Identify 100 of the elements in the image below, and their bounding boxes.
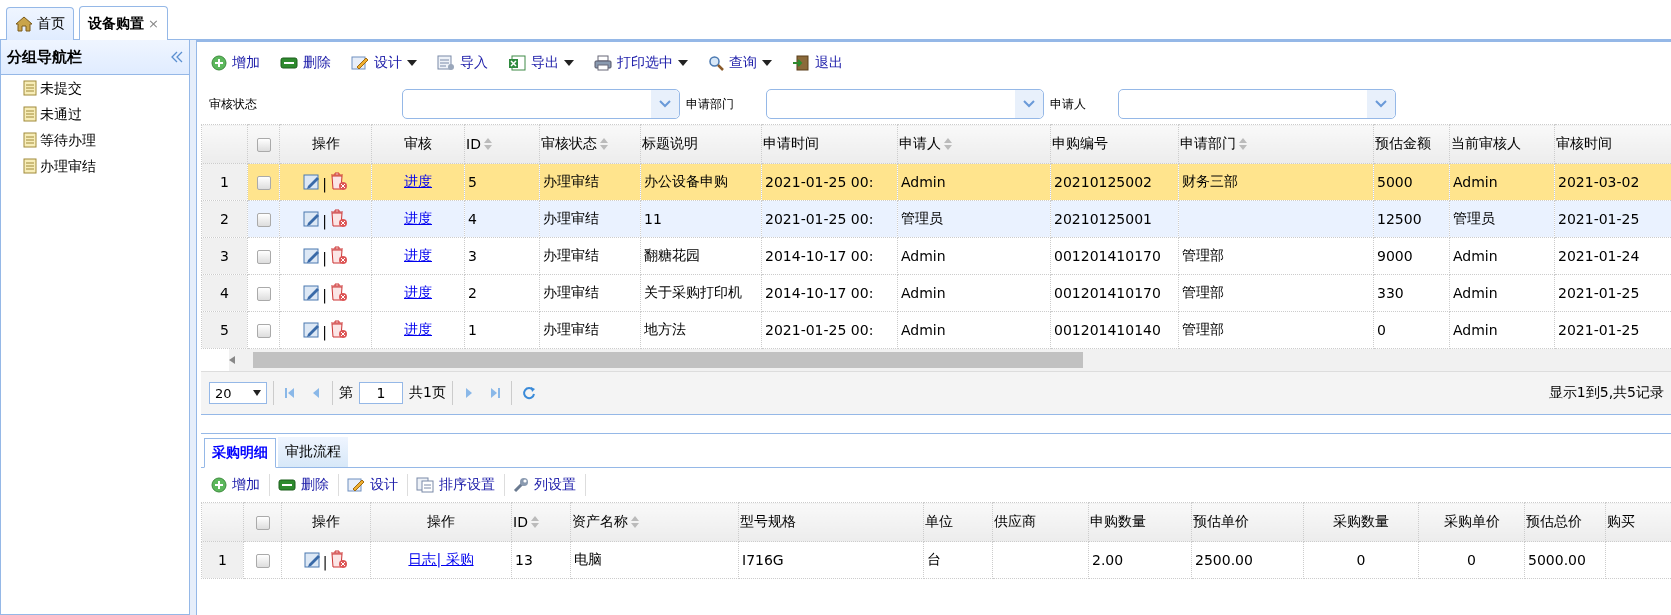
page-total: 共1页: [409, 384, 446, 402]
cell-text: 管理部: [1182, 321, 1224, 337]
checkbox[interactable]: [256, 250, 271, 264]
cell-text: 关于采购打印机: [644, 284, 742, 300]
cell-text: 20210125002: [1054, 174, 1152, 190]
cell-text: 9000: [1377, 248, 1413, 264]
toolbar-button[interactable]: 导入: [437, 54, 488, 72]
toolbar-button[interactable]: 设计: [347, 474, 408, 496]
checkbox[interactable]: [256, 176, 271, 190]
sort-icon: [631, 516, 639, 528]
sidebar-item[interactable]: 办理审结: [40, 156, 96, 176]
toolbar-button[interactable]: 列设置: [513, 474, 586, 496]
cell-text: Admin: [1453, 248, 1498, 264]
cell-text: 管理员: [901, 210, 943, 226]
toolbar-button[interactable]: 删除: [280, 54, 331, 72]
collapse-icon[interactable]: [171, 51, 183, 63]
cell-text: 5000.00: [1528, 552, 1586, 568]
cell-text: 电脑: [574, 551, 602, 567]
column-header: 审核: [404, 135, 432, 153]
edit-icon[interactable]: [303, 550, 322, 569]
progress-link[interactable]: 进度: [404, 247, 432, 263]
edit-icon[interactable]: [303, 320, 322, 339]
minus-icon: [278, 479, 296, 491]
tab[interactable]: 设备购置 ×: [79, 6, 168, 40]
column-header: ID: [513, 514, 528, 530]
cell-text: 001201410170: [1054, 285, 1161, 301]
progress-link[interactable]: 进度: [404, 284, 432, 300]
edit-icon[interactable]: [303, 209, 322, 228]
first-page-icon: [284, 387, 296, 399]
select-field[interactable]: [1118, 89, 1396, 119]
cell-text: 13: [515, 552, 533, 568]
cell-text: 办理审结: [543, 284, 599, 300]
form-gear-icon: [437, 55, 455, 71]
toolbar-button[interactable]: 删除: [278, 474, 339, 496]
column-header: 资产名称: [572, 513, 628, 531]
scroll-left-icon[interactable]: [229, 356, 235, 364]
cell-text: 1: [468, 322, 477, 338]
column-header: 供应商: [994, 513, 1036, 531]
cell-text: 0: [1467, 552, 1476, 568]
separator-text: |: [322, 213, 327, 228]
horizontal-scrollbar[interactable]: [229, 349, 1671, 371]
column-header: 申请部门: [1180, 135, 1236, 153]
toolbar-button[interactable]: 退出: [792, 54, 843, 72]
house-icon: [15, 16, 33, 32]
checkbox[interactable]: [256, 138, 271, 152]
document-icon: [23, 80, 37, 96]
cell-text: 20210125001: [1054, 211, 1152, 227]
edit-icon[interactable]: [303, 283, 322, 302]
select-field[interactable]: [402, 89, 680, 119]
page-size-select[interactable]: 20: [209, 382, 267, 404]
sidebar-item[interactable]: 未通过: [40, 104, 82, 124]
checkbox[interactable]: [256, 287, 271, 301]
cell-text: 0: [1356, 552, 1366, 568]
column-header: 采购单价: [1443, 513, 1500, 531]
tab[interactable]: 审批流程: [278, 437, 348, 467]
separator-text: |: [322, 287, 327, 302]
tab[interactable]: 采购明细: [204, 438, 276, 468]
progress-link[interactable]: 进度: [404, 173, 432, 189]
trash-icon[interactable]: [328, 548, 349, 569]
cell-text: 办理审结: [543, 173, 599, 189]
progress-link[interactable]: 日志| 采购: [408, 551, 474, 567]
checkbox[interactable]: [255, 554, 270, 568]
toolbar-button[interactable]: 设计: [351, 54, 417, 72]
cell-text: 12500: [1377, 211, 1422, 227]
sidebar-item[interactable]: 未提交: [40, 78, 82, 98]
separator-text: |: [322, 250, 327, 265]
door-icon: [792, 55, 810, 71]
checkbox[interactable]: [256, 324, 271, 338]
cell-text: 2.00: [1092, 552, 1124, 568]
checkbox[interactable]: [255, 516, 270, 530]
toolbar-button[interactable]: 排序设置: [416, 474, 505, 496]
cell-text: Admin: [1453, 174, 1498, 190]
sidebar-item[interactable]: 等待办理: [40, 130, 96, 150]
cell-text: 2021-01-24: [1558, 248, 1640, 264]
column-header: 当前审核人: [1451, 135, 1521, 153]
chevron-down-icon: [658, 99, 672, 109]
toolbar-button[interactable]: 查询: [708, 54, 772, 72]
progress-link[interactable]: 进度: [404, 321, 432, 337]
column-header: 操作: [311, 135, 340, 153]
cell-text: 2021-01-25 00:: [765, 322, 874, 338]
filter-label: 审核状态: [209, 95, 258, 113]
progress-link[interactable]: 进度: [404, 210, 432, 226]
toolbar-button[interactable]: 导出: [508, 54, 574, 72]
page-input[interactable]: 1: [359, 382, 403, 404]
cell-text: 2021-01-25 00:: [765, 211, 874, 227]
cell-text: 2021-01-25: [1558, 211, 1640, 227]
cell-text: Admin: [901, 248, 946, 264]
select-field[interactable]: [766, 89, 1044, 119]
toolbar-button[interactable]: 增加: [211, 54, 260, 72]
toolbar-button[interactable]: 打印选中: [594, 54, 688, 72]
close-button[interactable]: ×: [148, 16, 159, 31]
column-header: 申购数量: [1090, 513, 1146, 531]
cell-text: 办公设备申购: [644, 173, 728, 189]
checkbox[interactable]: [256, 213, 271, 227]
toolbar-button[interactable]: 增加: [211, 474, 270, 496]
tab[interactable]: 首页: [6, 7, 74, 40]
edit-icon[interactable]: [303, 246, 322, 265]
splitter-bar[interactable]: [190, 40, 197, 615]
edit-icon[interactable]: [303, 172, 322, 191]
sort-icon: [1239, 138, 1247, 150]
